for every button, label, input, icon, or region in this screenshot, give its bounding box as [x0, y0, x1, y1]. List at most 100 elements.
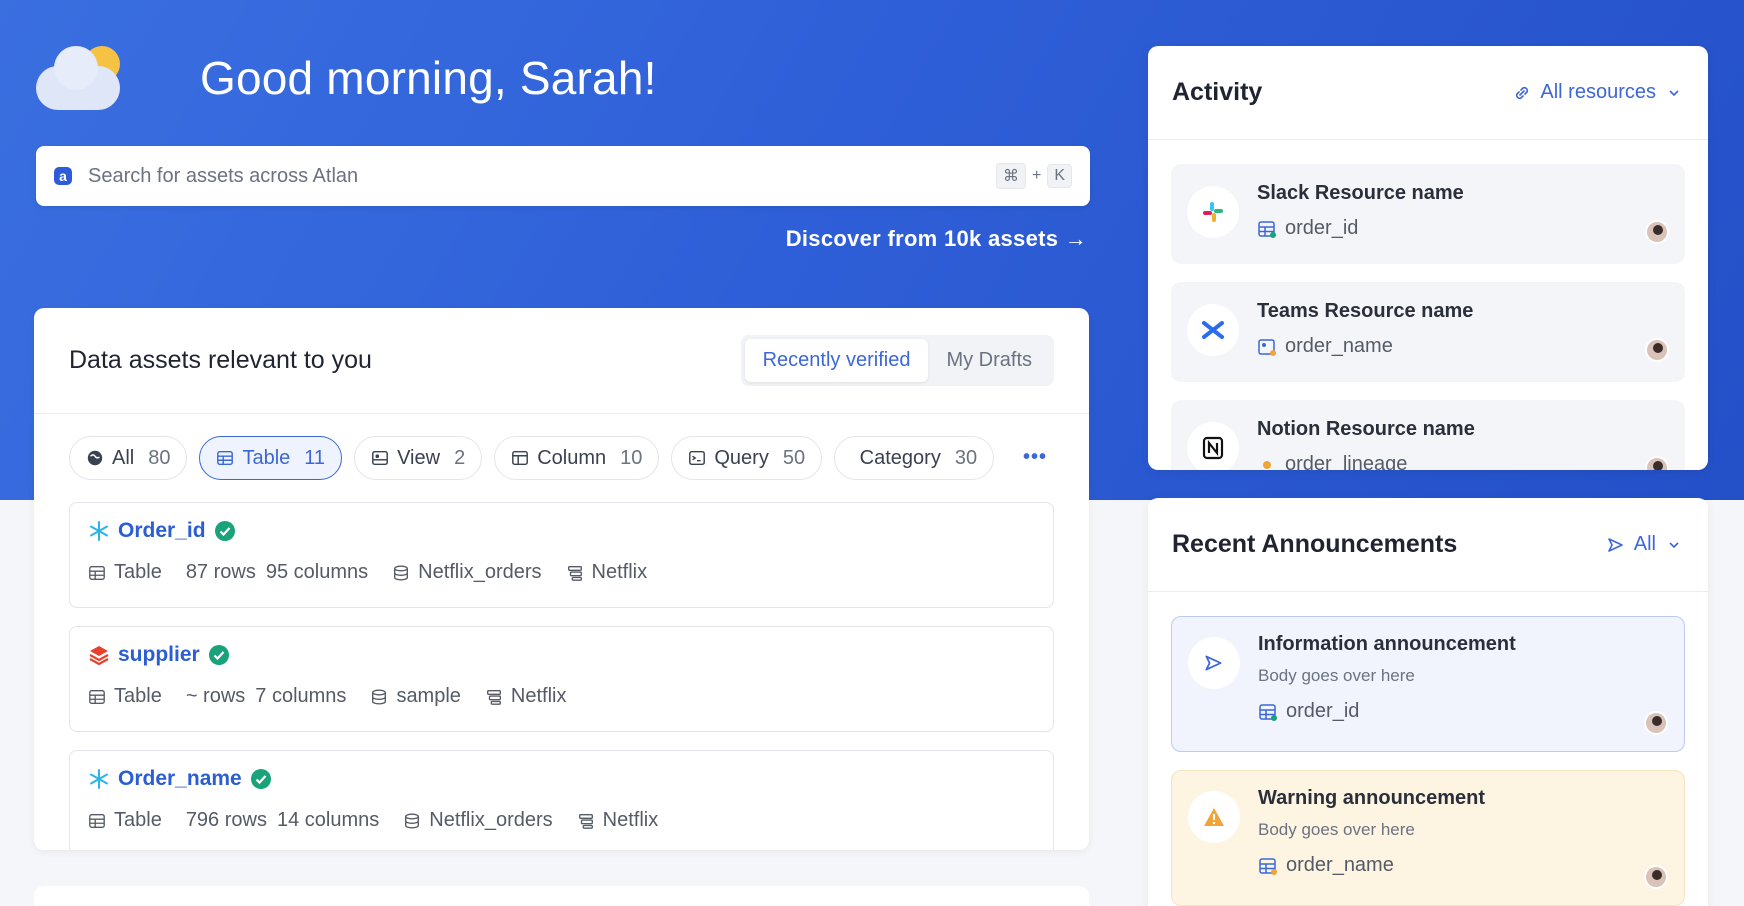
filter-chip-all[interactable]: All 80 — [69, 436, 188, 480]
assets-tabs: Recently verified My Drafts — [740, 335, 1054, 386]
activity-item-ref[interactable]: order_name — [1285, 335, 1393, 358]
announcement-ref[interactable]: order_id — [1286, 700, 1359, 723]
avatar — [1645, 220, 1669, 244]
asset-columns: 14 columns — [276, 809, 380, 831]
asset-schema: Netflix_orders — [429, 809, 553, 831]
announcements-title: Recent Announcements — [1172, 530, 1458, 558]
activity-item-title: Slack Resource name — [1257, 182, 1464, 204]
announcement-item[interactable]: Warning announcement Body goes over here… — [1171, 770, 1685, 906]
avatar — [1644, 865, 1668, 889]
asset-rows: 87 rows — [185, 561, 256, 583]
query-icon — [689, 450, 706, 466]
filter-label: View — [397, 446, 441, 469]
activity-item-ref[interactable]: order_lineage — [1285, 453, 1407, 470]
table-icon — [89, 689, 105, 704]
filter-chip-query[interactable]: Query 50 — [671, 436, 823, 480]
notion-icon — [1187, 422, 1239, 470]
chevron-down-icon — [1669, 89, 1679, 96]
filter-count: 30 — [954, 446, 978, 469]
asset-name[interactable]: Order_id — [118, 519, 206, 543]
announcements-filter-dropdown[interactable]: All — [1606, 533, 1684, 556]
activity-filter-dropdown[interactable]: All resources — [1512, 81, 1684, 104]
search-input[interactable] — [88, 164, 996, 188]
assets-title: Data assets relevant to you — [69, 346, 372, 374]
weather-icon — [34, 40, 126, 116]
greeting-title: Good morning, Sarah! — [200, 52, 657, 104]
filter-chip-column[interactable]: Column 10 — [494, 436, 660, 480]
view-icon — [1258, 338, 1276, 356]
activity-item-title: Notion Resource name — [1257, 418, 1475, 440]
announcements-filter-label: All — [1633, 533, 1656, 555]
tab-my-drafts[interactable]: My Drafts — [928, 339, 1050, 382]
snowflake-icon — [90, 521, 108, 541]
chevron-down-icon — [1669, 541, 1679, 548]
megaphone-icon — [1188, 637, 1240, 689]
filter-label: Query — [714, 446, 769, 469]
avatar — [1645, 338, 1669, 362]
category-icon — [851, 457, 852, 459]
snowflake-icon — [90, 769, 108, 789]
filter-count: 10 — [620, 446, 643, 469]
filter-chip-category[interactable]: Category 30 — [834, 436, 995, 480]
announcement-item[interactable]: Information announcement Body goes over … — [1171, 616, 1685, 752]
filter-label: Column — [537, 446, 607, 469]
filter-chip-table[interactable]: Table 11 — [199, 436, 343, 480]
asset-rows: ~ rows — [185, 685, 246, 707]
next-section-card — [34, 886, 1089, 906]
announcement-body: Body goes over here — [1258, 820, 1415, 839]
search-shortcut: ⌘ + K — [995, 163, 1072, 189]
activity-item[interactable]: Notion Resource name order_lineage — [1171, 400, 1685, 470]
filter-chip-view[interactable]: View 2 — [354, 436, 483, 480]
asset-schema: sample — [396, 685, 461, 707]
database-icon — [486, 689, 501, 705]
cmd-key: ⌘ — [995, 163, 1026, 189]
activity-item[interactable]: Teams Resource name order_name — [1171, 282, 1685, 382]
asset-row[interactable]: supplier Table ~ rows 7 columns sample N… — [69, 626, 1054, 732]
filter-count: 50 — [782, 446, 806, 469]
asset-database: Netflix — [602, 809, 659, 831]
more-filters-button[interactable]: ••• — [1012, 446, 1047, 469]
tab-recently-verified[interactable]: Recently verified — [744, 339, 929, 382]
asset-type-filters: All 80 Table 11 View 2 Column 10 Query 5… — [34, 414, 1089, 502]
table-icon — [1258, 220, 1276, 238]
activity-item-ref[interactable]: order_id — [1285, 217, 1358, 240]
activity-panel: Activity All resources Slack Resource na… — [1148, 46, 1708, 470]
announcement-title: Warning announcement — [1258, 787, 1486, 809]
search-bar[interactable]: a ⌘ + K — [36, 146, 1090, 206]
asset-columns: 7 columns — [255, 685, 347, 707]
table-icon — [89, 813, 105, 828]
announcements-panel: Recent Announcements All Information ann… — [1148, 498, 1708, 906]
verified-icon — [208, 645, 229, 665]
asset-schema: Netflix_orders — [418, 561, 542, 583]
activity-filter-label: All resources — [1540, 81, 1656, 103]
data-assets-card: Data assets relevant to you Recently ver… — [34, 308, 1089, 850]
megaphone-icon — [1607, 537, 1623, 552]
view-icon — [372, 450, 388, 466]
asset-type: Table — [114, 685, 162, 707]
table-icon — [217, 450, 234, 466]
k-key: K — [1047, 164, 1072, 188]
asset-row[interactable]: Order_name Table 796 rows 14 columns Net… — [69, 750, 1054, 850]
asset-columns: 95 columns — [265, 561, 369, 583]
activity-title: Activity — [1172, 78, 1263, 106]
asset-name[interactable]: Order_name — [118, 767, 242, 791]
activity-item-title: Teams Resource name — [1257, 300, 1474, 322]
warning-icon — [1188, 791, 1240, 843]
asset-database: Netflix — [591, 561, 648, 583]
asset-type: Table — [114, 809, 162, 831]
schema-icon — [394, 564, 409, 581]
databricks-icon — [89, 646, 109, 666]
schema-icon — [405, 812, 420, 829]
activity-item[interactable]: Slack Resource name order_id — [1171, 164, 1685, 264]
discover-assets-link[interactable]: Discover from 10k assets → — [786, 226, 1087, 252]
asset-row[interactable]: Order_id Table 87 rows 95 columns Netfli… — [69, 502, 1054, 608]
asset-name[interactable]: supplier — [118, 643, 200, 667]
asset-database: Netflix — [510, 685, 567, 707]
announcement-ref[interactable]: order_name — [1286, 854, 1394, 877]
filter-count: 11 — [304, 446, 326, 469]
avatar — [1644, 711, 1668, 735]
filter-count: 80 — [148, 446, 171, 469]
globe-icon — [87, 450, 103, 466]
link-icon — [1516, 86, 1529, 99]
table-icon — [89, 565, 105, 580]
